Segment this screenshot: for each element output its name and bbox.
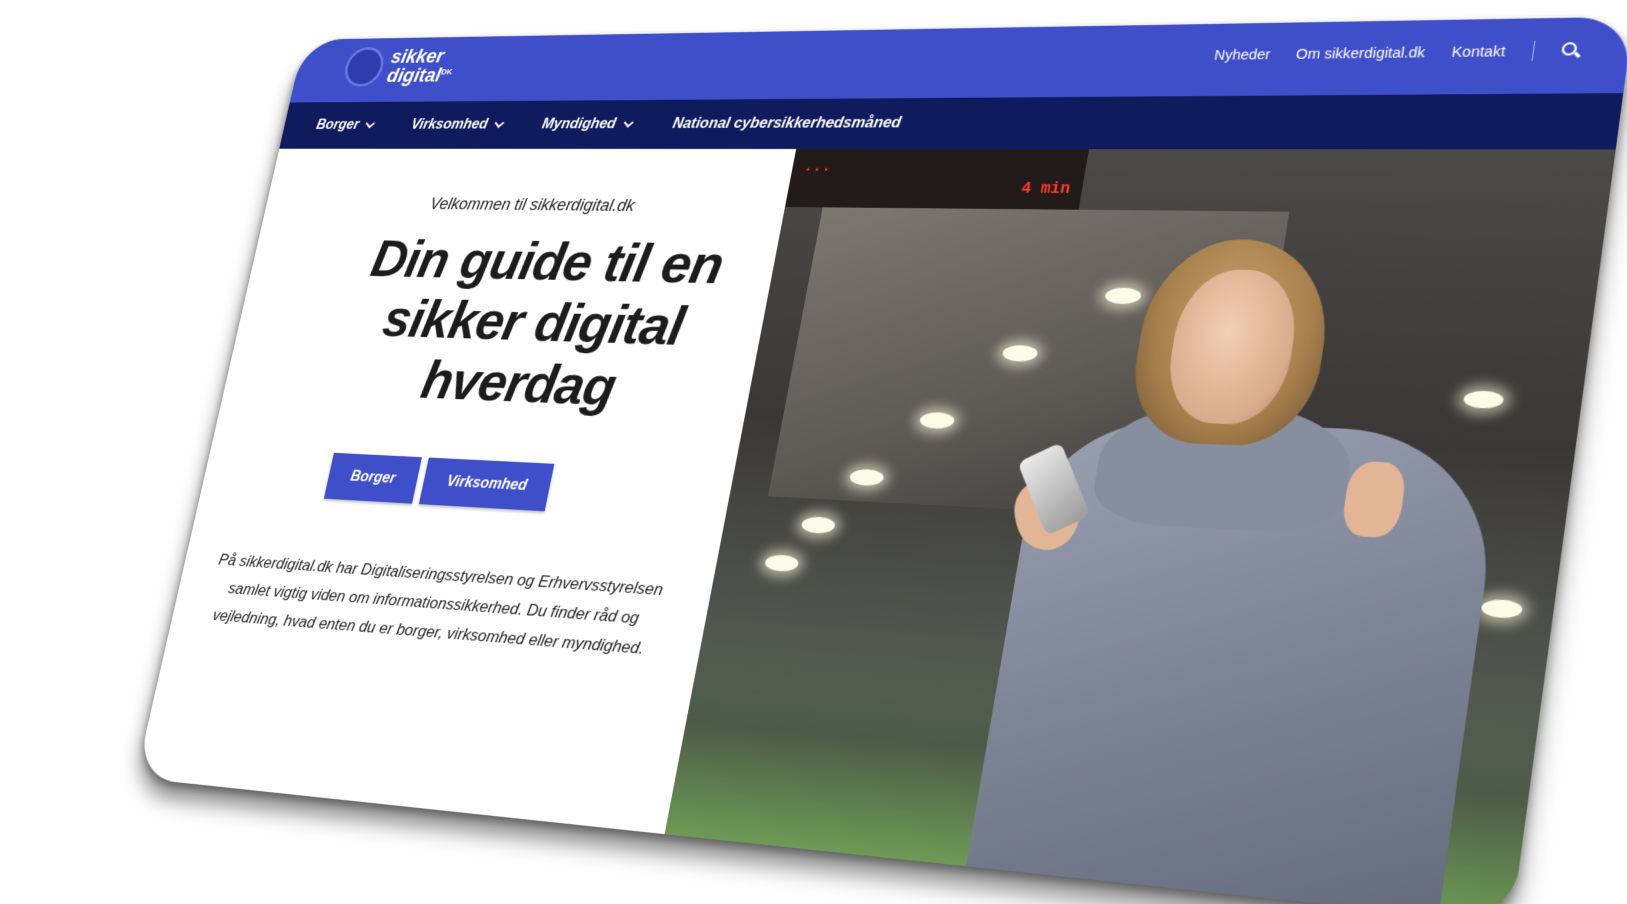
topnav-divider — [1531, 41, 1535, 61]
hero-cta-group: Borger Virksomhed — [324, 453, 555, 512]
browser-page: sikker digitalDK Nyheder Om sikkerdigita… — [136, 17, 1627, 904]
light — [1463, 390, 1505, 408]
search-icon[interactable] — [1560, 42, 1581, 59]
logo-wordmark: sikker digitalDK — [385, 48, 457, 85]
logo-suffix: DK — [440, 68, 453, 77]
chevron-down-icon — [366, 119, 375, 129]
nav-item-label: Borger — [315, 118, 361, 134]
light — [764, 554, 800, 572]
virksomhed-button[interactable]: Virksomhed — [419, 458, 554, 512]
light — [1001, 345, 1038, 362]
chevron-down-icon — [495, 118, 505, 128]
borger-button[interactable]: Borger — [324, 453, 422, 504]
nav-item-label: Myndighed — [540, 116, 617, 132]
topnav-link-kontakt[interactable]: Kontakt — [1451, 43, 1507, 60]
logo-line-1: sikker — [390, 48, 458, 65]
top-bar: sikker digitalDK Nyheder Om sikkerdigita… — [290, 17, 1627, 103]
station-departure-sign: ... 4 min — [785, 149, 1089, 210]
hero-intro: På sikkerdigital.dk har Digitaliseringss… — [195, 546, 676, 666]
shield-logo-icon — [341, 47, 387, 87]
topnav-link-om[interactable]: Om sikkerdigital.dk — [1295, 44, 1427, 62]
light — [800, 516, 836, 534]
hero-welcome: Velkommen til sikkerdigital.dk — [428, 195, 636, 216]
nav-item-myndighed[interactable]: Myndighed — [540, 116, 631, 132]
nav-item-virksomhed[interactable]: Virksomhed — [410, 117, 503, 133]
topnav-link-nyheder[interactable]: Nyheder — [1213, 46, 1271, 62]
light — [848, 469, 884, 487]
hero-headline: Din guide til en sikker digital hverdag — [311, 229, 761, 423]
utility-nav: Nyheder Om sikkerdigital.dk Kontakt — [1213, 40, 1582, 65]
ticker-line-1: ... — [802, 156, 1075, 178]
chevron-down-icon — [624, 117, 634, 127]
light — [1480, 599, 1523, 619]
site-logo[interactable]: sikker digitalDK — [341, 46, 458, 87]
nav-item-cybersikkerhedsmaaned[interactable]: National cybersikkerhedsmåned — [671, 115, 902, 132]
ticker-line-2: 4 min — [798, 177, 1072, 200]
screenshot-stage: sikker digitalDK Nyheder Om sikkerdigita… — [0, 0, 1627, 904]
logo-line-2: digital — [385, 65, 443, 87]
nav-item-borger[interactable]: Borger — [315, 117, 374, 133]
light — [1104, 287, 1142, 304]
light — [919, 412, 956, 429]
nav-item-label: National cybersikkerhedsmåned — [671, 115, 902, 132]
hero-photo: ... 4 min — [665, 149, 1616, 904]
nav-item-label: Virksomhed — [410, 117, 490, 133]
main-nav: Borger Virksomhed Myndighed National cyb… — [279, 93, 1623, 149]
